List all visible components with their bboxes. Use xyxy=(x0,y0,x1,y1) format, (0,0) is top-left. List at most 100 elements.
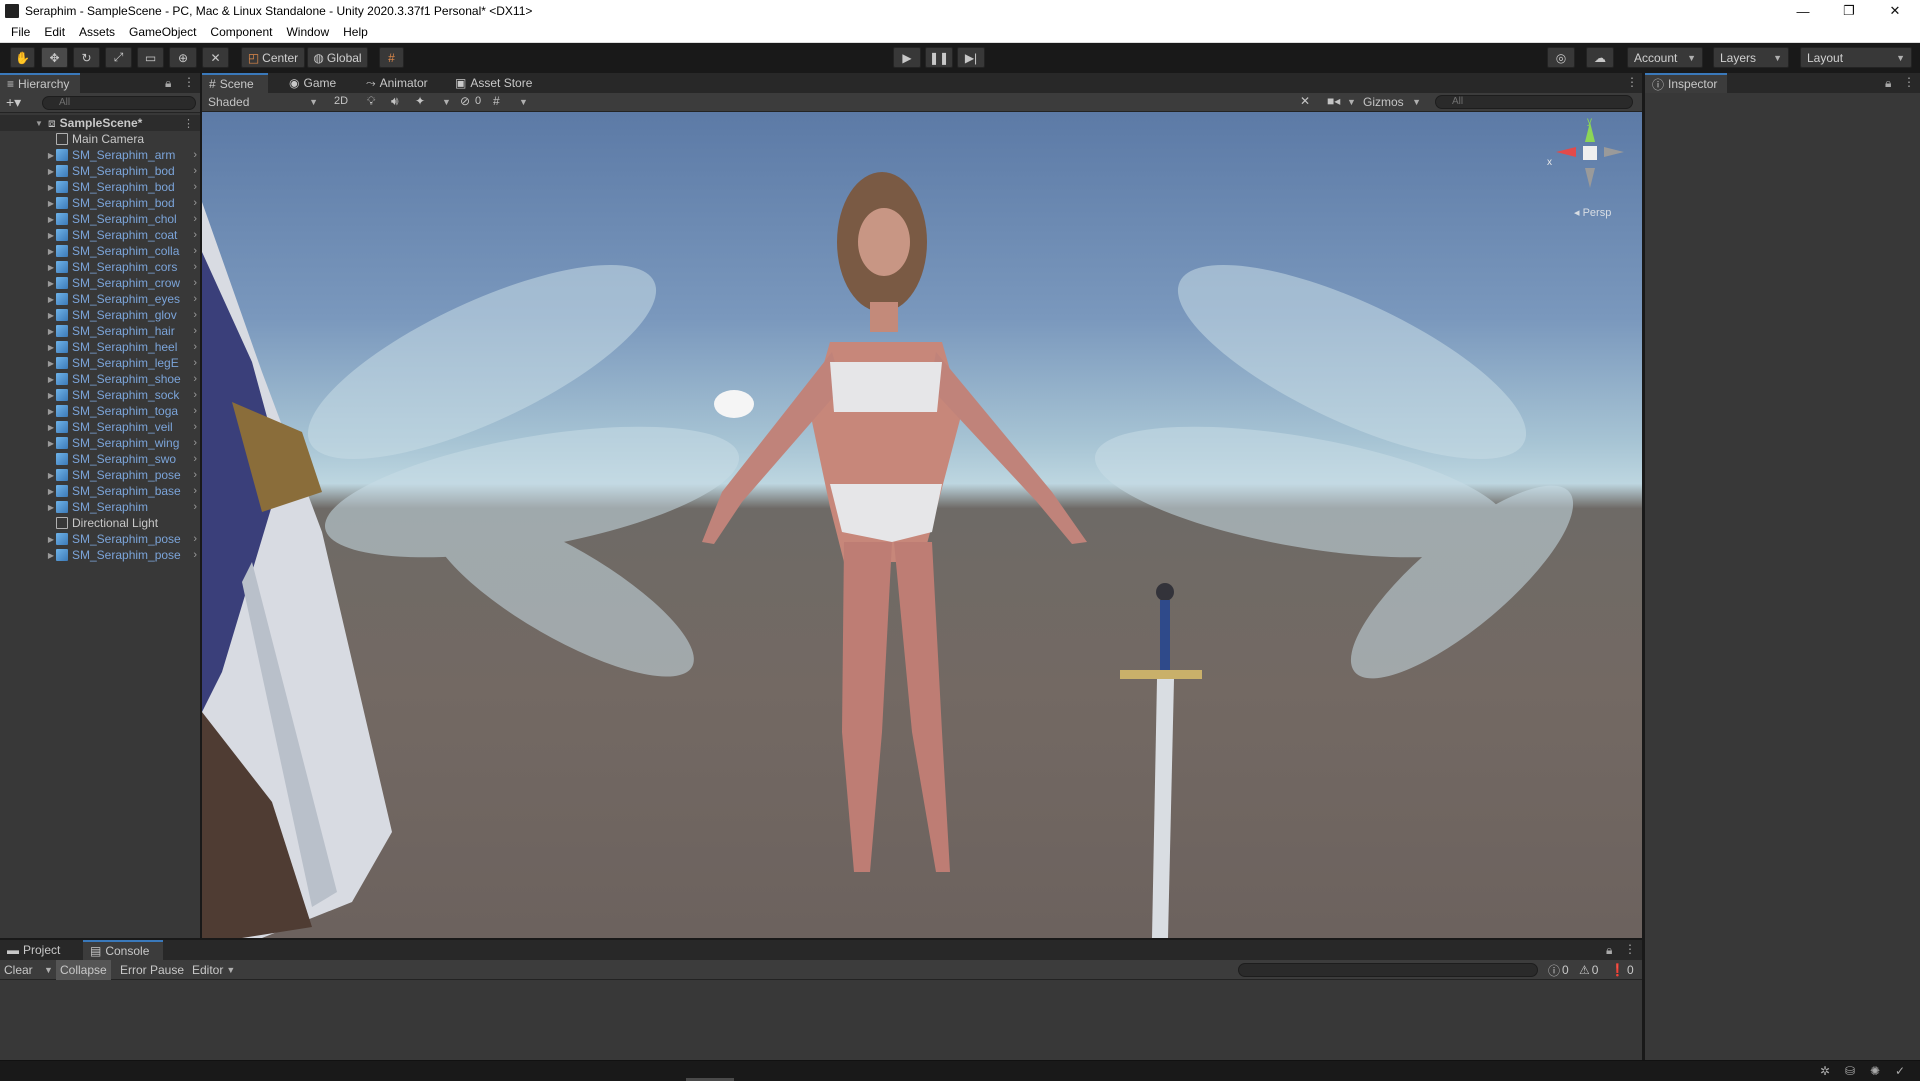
menu-window[interactable]: Window xyxy=(279,25,336,39)
error-filter-toggle[interactable]: ❗ 0 xyxy=(1606,960,1638,980)
fold-arrow-icon[interactable]: ▶ xyxy=(46,247,56,256)
menu-file[interactable]: File xyxy=(4,25,37,39)
fold-arrow-icon[interactable]: ▶ xyxy=(46,551,56,560)
menu-component[interactable]: Component xyxy=(203,25,279,39)
chevron-right-icon[interactable]: › xyxy=(193,181,197,193)
tab-asset-store[interactable]: ▣ Asset Store xyxy=(448,73,544,93)
fold-arrow-icon[interactable]: ▶ xyxy=(46,279,56,288)
hierarchy-item[interactable]: ▶ SM_Seraphim_hair › xyxy=(0,323,200,339)
hierarchy-item[interactable]: ▶ SM_Seraphim_veil › xyxy=(0,419,200,435)
hierarchy-item[interactable]: ▶ SM_Seraphim_legE › xyxy=(0,355,200,371)
menu-assets[interactable]: Assets xyxy=(72,25,122,39)
layout-dropdown[interactable]: Layout ▼ xyxy=(1800,47,1912,68)
lock-icon[interactable]: 🔒︎ xyxy=(165,76,171,91)
step-button[interactable]: ▶| xyxy=(957,47,985,68)
maximize-button[interactable]: ❐ xyxy=(1826,0,1872,22)
log-filter-toggle[interactable]: ⓘ 0 xyxy=(1544,960,1573,980)
chevron-right-icon[interactable]: › xyxy=(193,309,197,321)
hierarchy-item[interactable]: ▶ SM_Seraphim_heel › xyxy=(0,339,200,355)
fold-arrow-icon[interactable]: ▶ xyxy=(46,503,56,512)
kebab-menu-icon[interactable]: ⋮ xyxy=(1624,942,1636,956)
hierarchy-item[interactable]: ▶ SM_Seraphim_pose › xyxy=(0,467,200,483)
play-button[interactable]: ▶ xyxy=(893,47,921,68)
fold-arrow-icon[interactable]: ▶ xyxy=(46,535,56,544)
collab-button[interactable]: ◎ xyxy=(1547,47,1575,68)
chevron-right-icon[interactable]: › xyxy=(193,501,197,513)
custom-tool-button[interactable]: ✕ xyxy=(202,47,229,68)
scene-viewport[interactable]: y x ◂ Persp xyxy=(202,112,1642,938)
fold-arrow-icon[interactable]: ▶ xyxy=(46,263,56,272)
menu-gameobject[interactable]: GameObject xyxy=(122,25,203,39)
lock-icon[interactable]: 🔒︎ xyxy=(1885,76,1891,91)
check-icon[interactable]: ✓ xyxy=(1895,1064,1905,1078)
kebab-menu-icon[interactable]: ⋮ xyxy=(183,75,195,89)
console-search-input[interactable] xyxy=(1238,963,1538,977)
move-tool-button[interactable]: ✥ xyxy=(41,47,68,68)
hierarchy-item[interactable]: ▶ SM_Seraphim_arm › xyxy=(0,147,200,163)
kebab-menu-icon[interactable]: ⋮ xyxy=(1903,75,1915,89)
menu-help[interactable]: Help xyxy=(336,25,375,39)
hierarchy-item[interactable]: ▶ SM_Seraphim_pose › xyxy=(0,547,200,563)
fold-arrow-icon[interactable]: ▶ xyxy=(46,311,56,320)
hierarchy-item[interactable]: ▶ SM_Seraphim_sock › xyxy=(0,387,200,403)
grid-snap-button[interactable]: # xyxy=(379,47,404,68)
lock-icon[interactable]: 🔒︎ xyxy=(1606,943,1612,958)
chevron-right-icon[interactable]: › xyxy=(193,261,197,273)
chevron-right-icon[interactable]: › xyxy=(193,277,197,289)
effects-icon[interactable]: ✦ xyxy=(415,94,425,108)
kebab-menu-icon[interactable]: ⋮ xyxy=(1626,75,1638,89)
space-global-button[interactable]: ◍ Global xyxy=(307,47,368,68)
create-plus-button[interactable]: +▾ xyxy=(6,94,21,111)
audio-icon[interactable]: 🔊︎ xyxy=(391,94,399,109)
hierarchy-item[interactable]: Directional Light xyxy=(0,515,200,531)
fold-arrow-icon[interactable]: ▶ xyxy=(46,327,56,336)
fold-arrow-icon[interactable]: ▶ xyxy=(46,167,56,176)
hierarchy-item[interactable]: SM_Seraphim_swo › xyxy=(0,451,200,467)
clear-button[interactable]: Clear xyxy=(0,960,37,980)
chevron-right-icon[interactable]: › xyxy=(193,453,197,465)
hierarchy-search-input[interactable]: All xyxy=(42,96,196,110)
fold-arrow-icon[interactable]: ▶ xyxy=(46,295,56,304)
fold-arrow-icon[interactable]: ▶ xyxy=(46,231,56,240)
hierarchy-item[interactable]: ▶ SM_Seraphim_cors › xyxy=(0,259,200,275)
hierarchy-item[interactable]: ▶ SM_Seraphim_colla › xyxy=(0,243,200,259)
fold-arrow-icon[interactable]: ▶ xyxy=(46,439,56,448)
hierarchy-item[interactable]: ▶ SM_Seraphim_bod › xyxy=(0,179,200,195)
lighting-icon[interactable]: 💡︎ xyxy=(367,94,375,109)
hierarchy-item[interactable]: ▶ SM_Seraphim_shoe › xyxy=(0,371,200,387)
hierarchy-item[interactable]: ▶ SM_Seraphim_coat › xyxy=(0,227,200,243)
hierarchy-item[interactable]: ▶ SM_Seraphim_crow › xyxy=(0,275,200,291)
collapse-toggle[interactable]: Collapse xyxy=(56,960,111,980)
draw-mode-dropdown[interactable]: Shaded ▼ xyxy=(204,94,322,110)
tab-game[interactable]: ◉ Game xyxy=(282,73,342,93)
minimize-button[interactable]: — xyxy=(1780,0,1826,22)
chevron-right-icon[interactable]: › xyxy=(193,149,197,161)
chevron-right-icon[interactable]: › xyxy=(193,485,197,497)
chevron-right-icon[interactable]: › xyxy=(193,245,197,257)
chevron-down-icon[interactable]: ▼ xyxy=(44,965,53,975)
chevron-right-icon[interactable]: › xyxy=(193,325,197,337)
fold-arrow-icon[interactable]: ▶ xyxy=(46,183,56,192)
chevron-right-icon[interactable]: › xyxy=(193,389,197,401)
chevron-right-icon[interactable]: › xyxy=(193,165,197,177)
perspective-label[interactable]: ◂ Persp xyxy=(1574,206,1611,219)
gizmos-dropdown[interactable]: Gizmos ▼ xyxy=(1359,94,1425,110)
auto-generate-lighting-icon[interactable]: ✺ xyxy=(1870,1064,1880,1078)
tab-animator[interactable]: ⤳ Animator xyxy=(359,73,439,93)
menu-edit[interactable]: Edit xyxy=(37,25,72,39)
fold-arrow-icon[interactable]: ▶ xyxy=(46,151,56,160)
bug-icon[interactable]: ✲ xyxy=(1820,1064,1830,1078)
cache-icon[interactable]: ⛁ xyxy=(1845,1064,1855,1078)
tab-project[interactable]: ▬ Project xyxy=(0,940,80,960)
grid-toggle-icon[interactable]: # xyxy=(493,94,500,108)
tab-console[interactable]: ▤ Console xyxy=(83,940,163,960)
cloud-button[interactable]: ☁ xyxy=(1586,47,1614,68)
scene-row[interactable]: ▼ ⧈ SampleScene* ⋮ xyxy=(0,115,200,131)
chevron-right-icon[interactable]: › xyxy=(193,421,197,433)
editor-dropdown[interactable]: Editor ▼ xyxy=(188,960,239,980)
fold-arrow-icon[interactable]: ▶ xyxy=(46,423,56,432)
chevron-right-icon[interactable]: › xyxy=(193,213,197,225)
fold-arrow-icon[interactable]: ▶ xyxy=(46,391,56,400)
hierarchy-item[interactable]: ▶ SM_Seraphim_glov › xyxy=(0,307,200,323)
chevron-right-icon[interactable]: › xyxy=(193,357,197,369)
